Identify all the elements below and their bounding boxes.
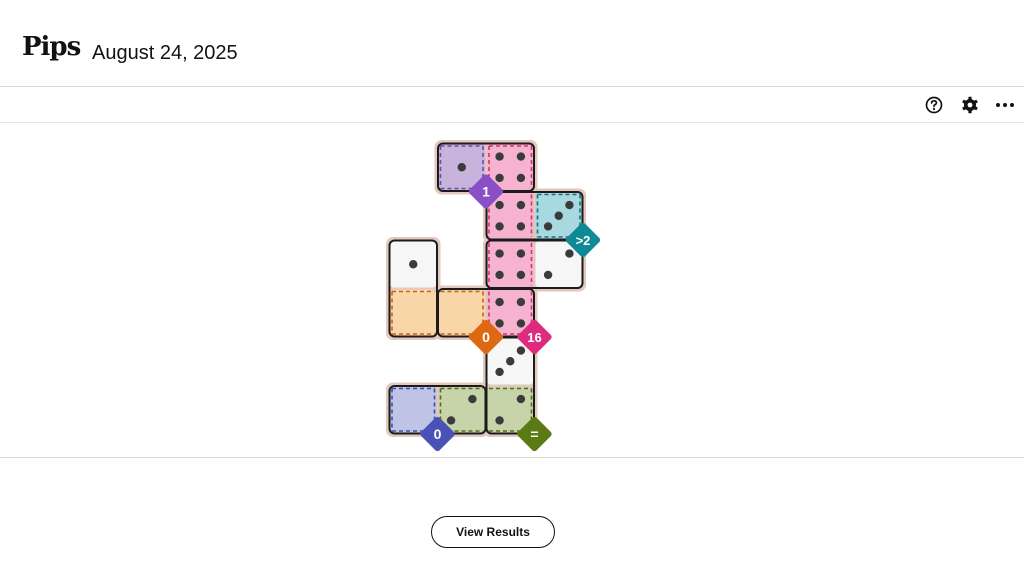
pip [495,200,504,210]
pip [495,270,504,280]
pip [516,173,526,183]
pip [495,297,504,307]
pip [506,357,515,366]
pip [457,163,466,172]
view-results-button[interactable]: View Results [431,516,555,548]
pip [516,346,526,355]
pip [554,211,563,220]
more-icon[interactable] [993,93,1017,117]
badge-label: = [530,426,538,442]
pip [446,416,456,425]
pip [565,200,574,210]
pip [516,270,526,280]
badge-label: 16 [527,330,541,345]
pip [495,173,504,183]
board-cell-pink[interactable] [487,241,534,288]
badge-label: 0 [434,426,442,442]
badge-label: 1 [482,184,490,200]
pip [495,249,504,258]
pip [543,270,553,280]
badge-label: >2 [576,233,591,248]
pip [495,222,504,231]
app-logo: Pips [22,32,81,62]
pip [468,394,477,404]
pip [543,222,553,231]
pip [516,394,526,404]
pip [516,152,526,161]
board-cell-orange[interactable] [390,289,437,337]
pip [495,416,504,425]
help-icon[interactable] [922,93,946,117]
puzzle-date: August 24, 2025 [92,42,238,64]
pip [516,297,526,307]
badge-label: 0 [482,329,490,345]
pip [409,260,418,269]
gear-icon[interactable] [958,93,982,117]
pip [565,249,574,258]
toolbar [0,87,1024,123]
pip [495,152,504,161]
pip [516,319,526,328]
pip [495,367,504,377]
board-canvas: 1 >2 0 16 0 = [386,140,601,452]
pip [516,249,526,258]
app-header: Pips August 24, 2025 [0,0,1024,87]
pip [495,319,504,328]
pip [516,222,526,231]
puzzle-board: 1 >2 0 16 0 = [0,123,1024,458]
pip [516,200,526,210]
